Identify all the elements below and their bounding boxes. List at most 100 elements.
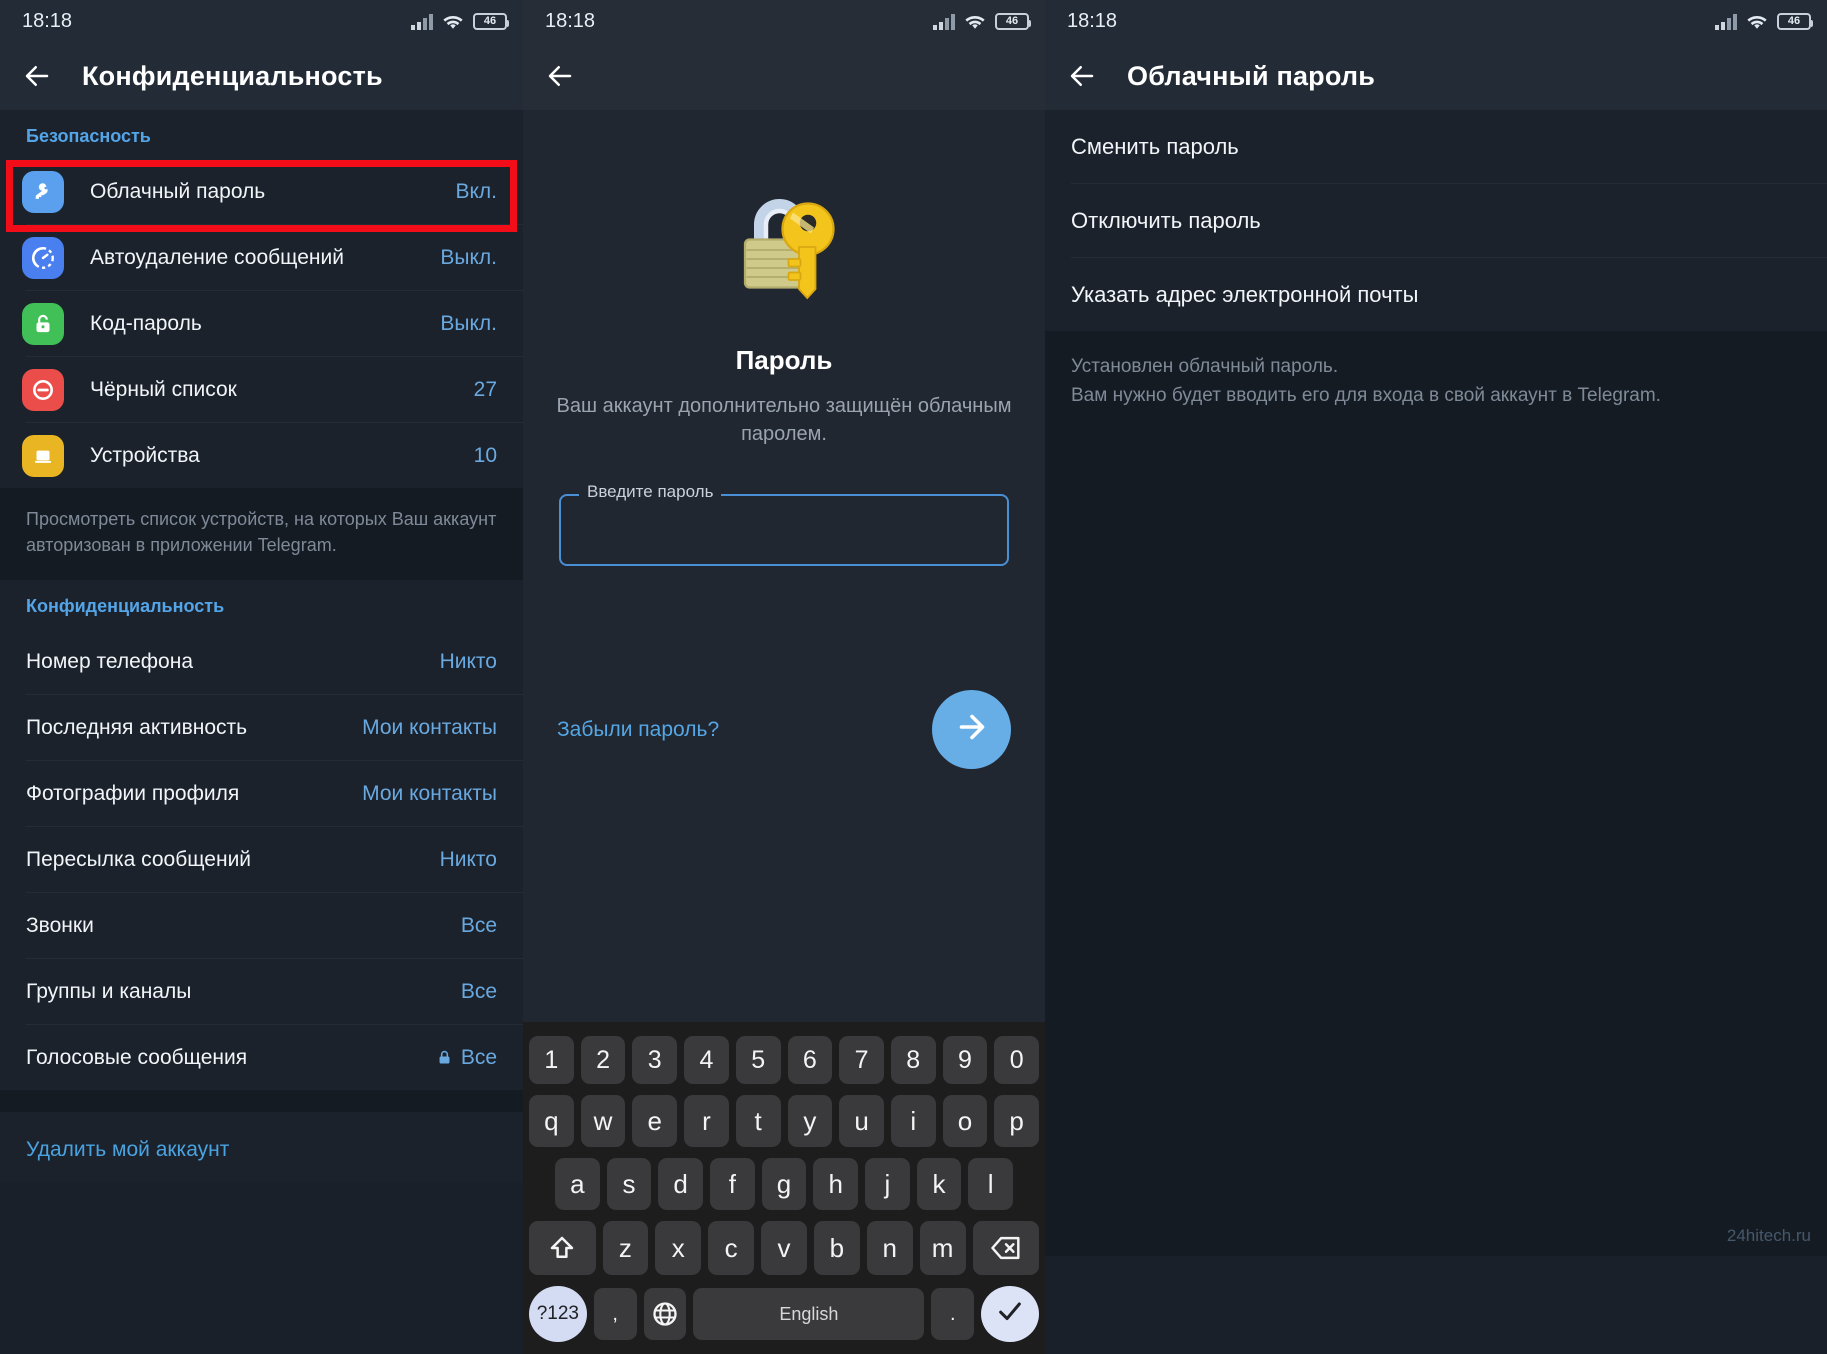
security-section-header: Безопасность: [26, 126, 151, 146]
delete-account-block: Удалить мой аккаунт: [0, 1112, 523, 1183]
panel-cloud-password: 18:18 46 Облачный пароль Сменить пароль …: [1045, 0, 1827, 1354]
row-calls[interactable]: Звонки Все: [0, 893, 523, 958]
globe-icon[interactable]: [643, 1288, 687, 1340]
panel-password-entry: 18:18 46 Пароль Ваш аккаунт дополнительн…: [523, 0, 1045, 1354]
key-t[interactable]: t: [735, 1095, 781, 1147]
row-value: Мои контакты: [362, 715, 497, 739]
enter-key[interactable]: [981, 1286, 1039, 1342]
key-h[interactable]: h: [813, 1158, 859, 1210]
key-j[interactable]: j: [865, 1158, 910, 1210]
delete-account-link[interactable]: Удалить мой аккаунт: [0, 1112, 523, 1182]
key-1[interactable]: 1: [528, 1036, 574, 1084]
row-blacklist[interactable]: Чёрный список 27: [0, 357, 523, 422]
row-label: Голосовые сообщения: [26, 1045, 248, 1069]
space-key[interactable]: English: [693, 1288, 925, 1340]
signal-bars-icon: [933, 13, 955, 30]
key-z[interactable]: z: [602, 1221, 649, 1275]
row-label: Отключить пароль: [1071, 207, 1261, 233]
row-value: Никто: [439, 649, 497, 673]
forgot-password-link[interactable]: Забыли пароль?: [557, 718, 719, 742]
row-cloud-password[interactable]: Облачный пароль Вкл.: [0, 159, 523, 224]
row-disable-password[interactable]: Отключить пароль: [1045, 184, 1827, 257]
keyboard-row-qwerty: q w e r t y u i o p: [528, 1095, 1040, 1147]
key-o[interactable]: o: [942, 1095, 988, 1147]
row-label: Группы и каналы: [26, 979, 192, 1003]
keyboard-row-asdf: a s d f g h j k l: [529, 1158, 1039, 1210]
key-9[interactable]: 9: [942, 1036, 988, 1084]
battery-level: 46: [1787, 15, 1801, 27]
password-input[interactable]: [559, 494, 1009, 566]
battery-icon: 46: [473, 12, 509, 30]
password-field-wrapper[interactable]: Введите пароль: [559, 482, 1009, 566]
key-s[interactable]: s: [606, 1158, 652, 1210]
row-value-group: Все: [436, 1046, 497, 1070]
row-label: Устройства: [90, 443, 200, 467]
wifi-icon: [442, 13, 464, 30]
password-title: Пароль: [735, 345, 833, 375]
row-devices[interactable]: Устройства 10: [0, 423, 523, 488]
row-value: Выкл.: [440, 311, 497, 335]
row-value: Все: [460, 979, 497, 1003]
row-set-email[interactable]: Указать адрес электронной почты: [1045, 258, 1827, 331]
key-m[interactable]: m: [919, 1221, 966, 1275]
shift-icon[interactable]: [529, 1221, 596, 1275]
symbols-key[interactable]: ?123: [529, 1286, 587, 1342]
key-v[interactable]: v: [761, 1221, 807, 1275]
comma-key[interactable]: ,: [593, 1288, 637, 1340]
arrow-right-icon: [954, 709, 990, 750]
key-w[interactable]: w: [580, 1095, 626, 1147]
keyboard-row-zxcv: z x c v b n m: [529, 1221, 1040, 1275]
row-change-password[interactable]: Сменить пароль: [1045, 110, 1827, 183]
back-arrow-icon[interactable]: [1067, 61, 1097, 91]
key-g[interactable]: g: [761, 1158, 807, 1210]
row-passcode[interactable]: Код-пароль Выкл.: [0, 291, 523, 356]
row-profile-photos[interactable]: Фотографии профиля Мои контакты: [0, 761, 523, 826]
status-bar-time: 18:18: [1067, 9, 1118, 32]
key-2[interactable]: 2: [580, 1036, 626, 1084]
row-forwards[interactable]: Пересылка сообщений Никто: [0, 827, 523, 892]
row-auto-delete[interactable]: Автоудаление сообщений Выкл.: [0, 225, 523, 290]
key-x[interactable]: x: [655, 1221, 702, 1275]
key-y[interactable]: y: [787, 1095, 833, 1147]
key-0[interactable]: 0: [994, 1036, 1040, 1084]
row-label: Код-пароль: [90, 311, 202, 335]
key-e[interactable]: e: [632, 1095, 678, 1147]
key-p[interactable]: p: [994, 1095, 1040, 1147]
battery-icon: 46: [995, 12, 1031, 30]
row-value: Вкл.: [455, 179, 497, 203]
row-groups-channels[interactable]: Группы и каналы Все: [0, 959, 523, 1024]
key-i[interactable]: i: [890, 1095, 936, 1147]
key-3[interactable]: 3: [632, 1036, 678, 1084]
row-voice-messages[interactable]: Голосовые сообщения Все: [0, 1025, 523, 1090]
back-arrow-icon[interactable]: [545, 61, 575, 91]
password-field-label: Введите пароль: [579, 482, 722, 502]
status-bar-time: 18:18: [22, 9, 73, 32]
page-title: Конфиденциальность: [82, 60, 383, 91]
row-phone-number[interactable]: Номер телефона Никто: [0, 629, 523, 694]
submit-button[interactable]: [932, 690, 1011, 769]
key-5[interactable]: 5: [735, 1036, 781, 1084]
key-u[interactable]: u: [839, 1095, 884, 1147]
period-key[interactable]: .: [931, 1288, 975, 1340]
password-subtitle: Ваш аккаунт дополнительно защищён облачн…: [556, 395, 1012, 445]
back-arrow-icon[interactable]: [22, 61, 52, 91]
row-value: Выкл.: [440, 245, 497, 269]
key-b[interactable]: b: [813, 1221, 860, 1275]
key-6[interactable]: 6: [787, 1036, 833, 1084]
key-q[interactable]: q: [528, 1095, 574, 1147]
row-last-seen[interactable]: Последняя активность Мои контакты: [0, 695, 523, 760]
key-c[interactable]: c: [708, 1221, 755, 1275]
key-d[interactable]: d: [658, 1158, 703, 1210]
on-screen-keyboard[interactable]: 1 2 3 4 5 6 7 8 9 0 q w e r t y u i o p …: [523, 1022, 1045, 1354]
key-n[interactable]: n: [866, 1221, 913, 1275]
status-bar: 18:18 46: [1045, 0, 1827, 42]
backspace-icon[interactable]: [972, 1221, 1040, 1275]
key-8[interactable]: 8: [890, 1036, 936, 1084]
key-a[interactable]: a: [554, 1158, 600, 1210]
key-r[interactable]: r: [684, 1095, 729, 1147]
key-7[interactable]: 7: [839, 1036, 884, 1084]
key-l[interactable]: l: [968, 1158, 1014, 1210]
key-4[interactable]: 4: [684, 1036, 729, 1084]
key-f[interactable]: f: [710, 1158, 755, 1210]
key-k[interactable]: k: [916, 1158, 962, 1210]
